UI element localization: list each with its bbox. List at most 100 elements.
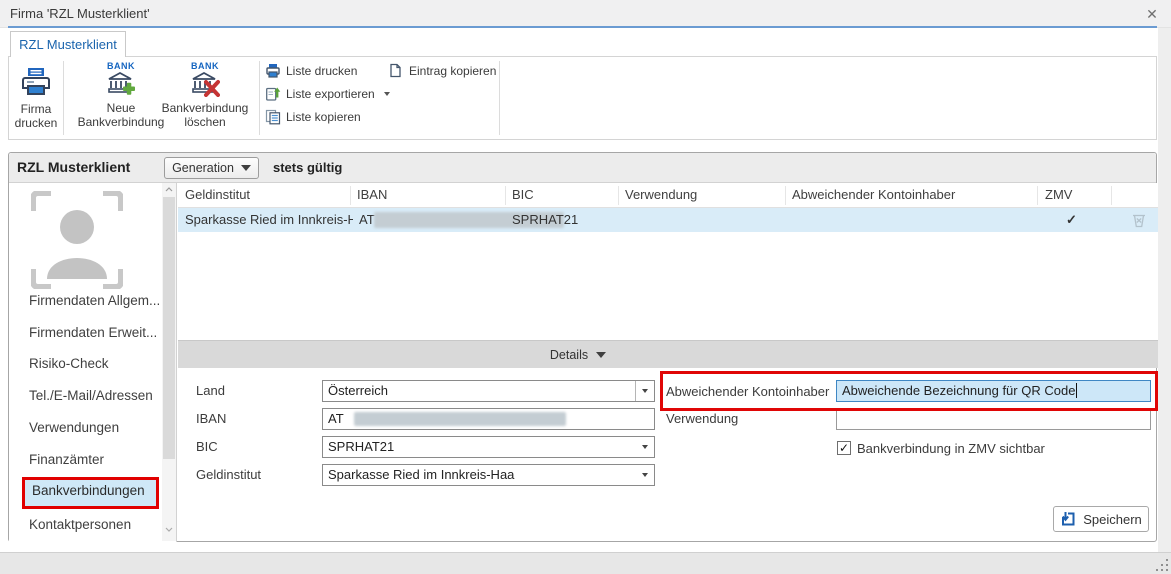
iban-redacted-block <box>354 412 566 426</box>
zmv-checkbox[interactable]: ✓ <box>837 441 851 455</box>
abweichender-kontoinhaber-label: Abweichender Kontoinhaber <box>666 381 829 403</box>
column-header-iban[interactable]: IBAN <box>357 183 387 207</box>
bankverbindung-loeschen-label-line1: Bankverbindung <box>151 101 259 115</box>
land-combo[interactable]: Österreich <box>322 380 655 402</box>
close-icon[interactable]: ✕ <box>1141 4 1163 24</box>
accent-line <box>8 26 1157 28</box>
column-separator <box>618 186 619 205</box>
printer-small-icon <box>265 63 281 79</box>
iban-field[interactable]: AT <box>322 408 655 430</box>
abweichender-kontoinhaber-field[interactable]: Abweichende Bezeichnung für QR Code <box>836 380 1151 402</box>
column-header-bic[interactable]: BIC <box>512 183 534 207</box>
bic-value: SPRHAT21 <box>328 439 394 454</box>
ribbon: Firma drucken BANK Neue Bankverbindung <box>8 56 1157 140</box>
eintrag-kopieren-button[interactable]: Eintrag kopieren <box>388 61 496 81</box>
sidebar-item-finanzaemter[interactable]: Finanzämter <box>29 450 104 470</box>
land-label: Land <box>196 380 225 402</box>
details-bar: Details + Neue Bankverbindung <box>178 340 1158 368</box>
save-icon <box>1060 511 1076 527</box>
verwendung-field[interactable] <box>836 408 1151 430</box>
liste-drucken-label: Liste drucken <box>286 64 357 78</box>
save-label: Speichern <box>1083 512 1142 527</box>
column-separator <box>350 186 351 205</box>
firma-drucken-label-line2: drucken <box>10 116 62 130</box>
ribbon-tab-rzl-musterklient[interactable]: RZL Musterklient <box>10 31 126 57</box>
cell-geldinstitut: Sparkasse Ried im Innkreis-H... <box>185 208 353 232</box>
bic-combo[interactable]: SPRHAT21 <box>322 436 655 458</box>
bankverbindung-loeschen-button[interactable]: BANK Bankverbindung löschen <box>151 59 259 139</box>
column-header-geldinstitut[interactable]: Geldinstitut <box>185 183 250 207</box>
ribbon-separator <box>499 61 500 135</box>
chevron-down-icon <box>241 165 251 171</box>
main-panel: RZL Musterklient Generation stets gültig… <box>8 152 1157 542</box>
column-separator <box>505 186 506 205</box>
bank-badge: BANK <box>151 61 259 71</box>
iban-prefix-value: AT <box>328 411 344 426</box>
window-title: Firma 'RZL Musterklient' <box>10 0 150 27</box>
firma-drucken-button[interactable]: Firma drucken <box>10 59 62 139</box>
chevron-down-icon <box>642 389 648 393</box>
copy-entry-icon <box>388 63 404 79</box>
sidebar-item-risiko-check[interactable]: Risiko-Check <box>29 354 109 374</box>
column-separator <box>1111 186 1112 205</box>
eintrag-kopieren-label: Eintrag kopieren <box>409 64 496 78</box>
sidebar-item-firmendaten-erweitert[interactable]: Firmendaten Erweit... <box>29 323 157 343</box>
liste-kopieren-label: Liste kopieren <box>286 110 361 124</box>
bank-accounts-table: Geldinstitut IBAN BIC Verwendung Abweich… <box>178 183 1158 340</box>
column-header-zmv[interactable]: ZMV <box>1045 183 1072 207</box>
titlebar: Firma 'RZL Musterklient' ✕ <box>0 0 1171 28</box>
sidebar-item-bankverbindungen-annotation[interactable]: Bankverbindungen <box>22 477 159 509</box>
iban-label: IBAN <box>196 408 226 430</box>
column-separator <box>785 186 786 205</box>
sidebar-item-firmendaten-allgemein[interactable]: Firmendaten Allgem... <box>29 291 160 311</box>
bank-add-icon <box>106 71 136 97</box>
chevron-down-icon <box>384 92 390 96</box>
land-value: Österreich <box>328 383 388 398</box>
scroll-up-icon[interactable] <box>165 187 173 192</box>
delete-row-icon[interactable] <box>1130 211 1148 229</box>
bank-delete-icon <box>190 71 220 97</box>
sidebar-item-kontaktpersonen[interactable]: Kontaktpersonen <box>29 515 131 535</box>
details-label: Details <box>550 348 588 362</box>
abweichender-kontoinhaber-value: Abweichende Bezeichnung für QR Code <box>842 383 1075 398</box>
liste-exportieren-label: Liste exportieren <box>286 87 375 101</box>
details-toggle[interactable]: Details <box>518 341 638 369</box>
zmv-checkbox-label: Bankverbindung in ZMV sichtbar <box>857 441 1045 456</box>
copy-list-icon <box>265 109 281 125</box>
sidebar-item-tel-email-adressen[interactable]: Tel./E-Mail/Adressen <box>29 386 153 406</box>
scroll-down-icon[interactable] <box>165 527 173 532</box>
column-header-verwendung[interactable]: Verwendung <box>625 183 697 207</box>
sidebar-scrollbar[interactable] <box>162 183 176 541</box>
sidebar-item-bankverbindungen[interactable]: Bankverbindungen <box>32 483 145 498</box>
geldinstitut-label: Geldinstitut <box>196 464 261 486</box>
liste-exportieren-button[interactable]: Liste exportieren <box>265 84 390 104</box>
geldinstitut-combo[interactable]: Sparkasse Ried im Innkreis-Haa <box>322 464 655 486</box>
generation-dropdown-button[interactable]: Generation <box>164 157 259 179</box>
app-window: Firma 'RZL Musterklient' ✕ RZL Musterkli… <box>0 0 1171 574</box>
column-header-abweichender-kontoinhaber[interactable]: Abweichender Kontoinhaber <box>792 183 955 207</box>
statusbar <box>0 552 1171 574</box>
save-button[interactable]: Speichern <box>1053 506 1149 532</box>
sidebar: Firmendaten Allgem... Firmendaten Erweit… <box>9 183 177 542</box>
firma-drucken-label-line1: Firma <box>10 102 62 116</box>
printer-icon <box>21 67 51 96</box>
liste-drucken-button[interactable]: Liste drucken <box>265 61 357 81</box>
zmv-checkbox-row[interactable]: ✓ Bankverbindung in ZMV sichtbar <box>837 440 1045 456</box>
client-header: RZL Musterklient Generation stets gültig <box>9 153 1156 183</box>
resize-grip[interactable] <box>1156 559 1168 571</box>
chevron-down-icon <box>642 445 648 449</box>
export-icon <box>265 86 281 102</box>
zmv-check-icon: ✓ <box>1066 208 1077 232</box>
table-row[interactable]: Sparkasse Ried im Innkreis-H... AT SPRHA… <box>178 208 1158 232</box>
bankverbindung-loeschen-label-line2: löschen <box>151 115 259 129</box>
column-separator <box>1037 186 1038 205</box>
sidebar-item-verwendungen[interactable]: Verwendungen <box>29 418 119 438</box>
cell-bic: SPRHAT21 <box>512 208 578 232</box>
text-caret <box>1076 383 1077 398</box>
bic-label: BIC <box>196 436 218 458</box>
ribbon-separator <box>259 61 260 135</box>
liste-kopieren-button[interactable]: Liste kopieren <box>265 107 361 127</box>
geldinstitut-value: Sparkasse Ried im Innkreis-Haa <box>328 467 514 482</box>
client-name: RZL Musterklient <box>17 153 130 182</box>
scrollbar-thumb[interactable] <box>163 197 175 459</box>
